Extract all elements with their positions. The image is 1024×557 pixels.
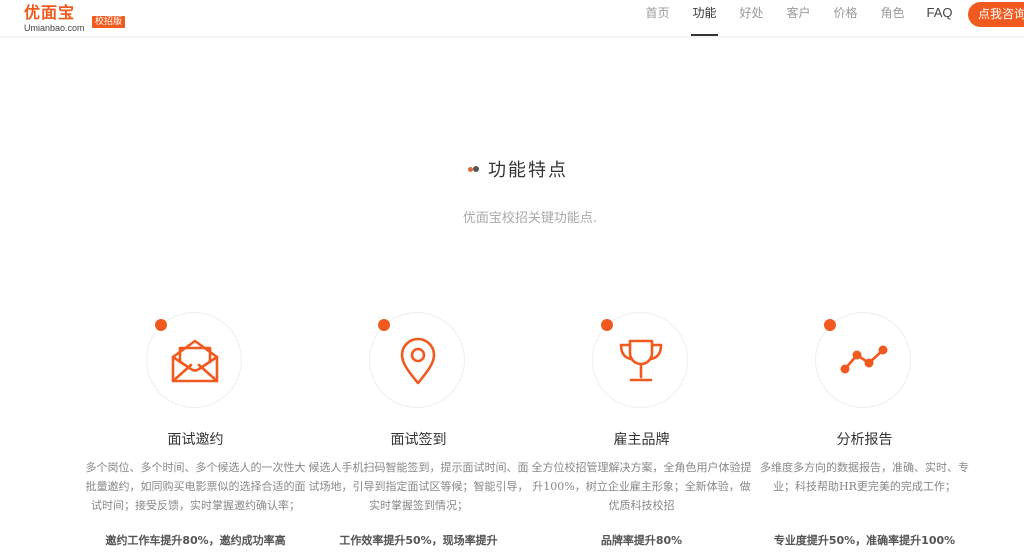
feature-description: 全方位校招管理解决方案，全角色用户体验提升100%，树立企业雇主形象；全新体验，… [531,461,752,512]
main-nav: 首页 功能 好处 客户 价格 角色 FAQ [634,0,963,36]
feature-stat: 邀约工作车提升80%，邀约成功率高 [105,534,286,547]
nav-item-pricing[interactable]: 价格 [822,0,869,36]
nav-item-benefits[interactable]: 好处 [728,0,775,36]
feature-stat: 品牌率提升80% [600,534,683,547]
logo-text-en: Umianbao.com [24,23,85,33]
accent-dot [155,319,167,331]
feature-stat: 工作效率提升50%，现场率提升 [339,534,498,547]
feature-icon-circle [369,312,465,408]
feature-icon-circle [146,312,242,408]
trophy-icon [619,339,663,382]
feature-description: 多个岗位、多个时间、多个候选人的一次性大批量邀约，如同购买电影票似的选择合适的面… [85,461,306,512]
feature-title: 分析报告 [836,432,893,448]
accent-dot [601,319,613,331]
site-logo[interactable]: 优面宝 Umianbao.com 校招版 [24,4,134,34]
section-title: 功能特点 [488,160,568,181]
feature-stat: 专业度提升50%，准确率提升100% [773,534,956,547]
feature-title: 面试签到 [390,432,447,448]
accent-dot [824,319,836,331]
section-subtitle: 优面宝校招关键功能点. [462,211,598,226]
nav-item-home[interactable]: 首页 [634,0,681,36]
logo-badge: 校招版 [92,16,126,28]
envelope-icon [171,339,219,383]
feature-icon-circle [815,312,911,408]
location-pin-icon [400,337,436,385]
heading-dots-icon [468,165,482,173]
consult-button[interactable]: 点我咨询 [968,2,1024,27]
section-heading: 功能特点 [0,156,1024,182]
logo-text-cn: 优面宝 [24,3,76,22]
nav-item-faq[interactable]: FAQ [916,0,963,36]
line-chart-icon [840,345,888,374]
feature-title: 雇主品牌 [613,432,670,448]
feature-description: 候选人手机扫码智能签到，提示面试时间、面试场地，引导到指定面试区等候；智能引导，… [308,461,529,512]
nav-item-roles[interactable]: 角色 [869,0,916,36]
nav-item-features[interactable]: 功能 [681,0,728,36]
feature-icon-circle [592,312,688,408]
feature-description: 多维度多方向的数据报告，准确、实时、专业；科技帮助HR更完美的完成工作； [760,461,969,493]
accent-dot [378,319,390,331]
feature-title: 面试邀约 [167,432,224,448]
top-header: 优面宝 Umianbao.com 校招版 首页 功能 好处 客户 价格 角色 F… [0,0,1024,36]
nav-item-clients[interactable]: 客户 [775,0,822,36]
